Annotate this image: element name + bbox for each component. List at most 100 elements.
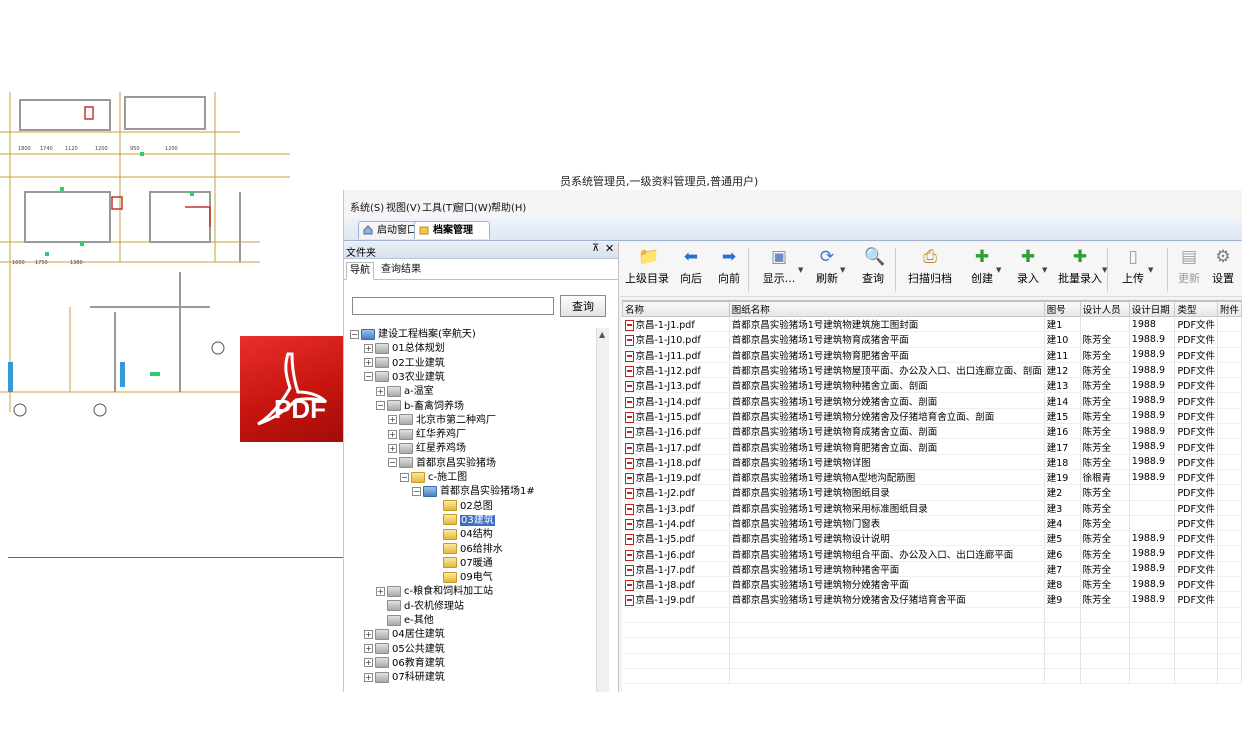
expand-icon[interactable]: + bbox=[376, 586, 385, 596]
tree-node[interactable]: − 建设工程档案(宰航天) bbox=[350, 328, 476, 342]
tree-node[interactable]: 04结构 bbox=[432, 528, 493, 542]
table-row[interactable]: 京昌-1-J4.pdf 首都京昌实验猪场1号建筑物门窗表 建4 陈芳全 PDF文件 bbox=[622, 515, 1242, 532]
tree-node[interactable]: d-农机修理站 bbox=[376, 600, 464, 614]
collapse-icon[interactable]: − bbox=[388, 458, 397, 468]
batch-input-button[interactable]: ✚ 批量录入 ▼ bbox=[1054, 246, 1107, 294]
column-header[interactable]: 图号 bbox=[1043, 301, 1081, 317]
tree-node[interactable]: 09电气 bbox=[432, 571, 493, 585]
back-arrow-button[interactable]: ⬅ 向后 bbox=[674, 246, 708, 294]
close-icon[interactable]: ✕ bbox=[605, 242, 614, 255]
tab-query-results[interactable]: 查询结果 bbox=[378, 262, 424, 278]
column-header[interactable]: 附件 bbox=[1216, 301, 1242, 317]
tree-node[interactable]: 02总图 bbox=[432, 500, 493, 514]
table-row[interactable]: 京昌-1-J17.pdf 首都京昌实验猪场1号建筑物育肥猪舍立面、剖面 建17 陈芳全… bbox=[622, 438, 1242, 455]
table-row[interactable]: 京昌-1-J1.pdf 首都京昌实验猪场1号建筑物建筑施工图封面 建1 1988 PDF… bbox=[622, 316, 1242, 333]
table-row[interactable]: 京昌-1-J10.pdf 首都京昌实验猪场1号建筑物育成猪舍平面 建10 陈芳全 198… bbox=[622, 331, 1242, 348]
tree-node[interactable]: +05公共建筑 bbox=[364, 643, 445, 657]
folder-up-button[interactable]: 📁 上级目录 bbox=[624, 246, 670, 294]
column-header[interactable]: 图纸名称 bbox=[728, 301, 1045, 317]
menu-help[interactable]: 帮助(H) bbox=[491, 199, 526, 214]
tree-node[interactable]: +02工业建筑 bbox=[364, 357, 445, 371]
column-header[interactable]: 设计日期 bbox=[1128, 301, 1176, 317]
upload-button[interactable]: ▯ 上传 ▼ bbox=[1114, 246, 1153, 294]
tree-node[interactable]: 07暖通 bbox=[432, 557, 493, 571]
tree-node[interactable]: +07科研建筑 bbox=[364, 671, 445, 685]
dropdown-arrow-icon[interactable]: ▼ bbox=[1042, 266, 1047, 274]
search-button[interactable]: 🔍 查询 bbox=[856, 246, 890, 294]
column-header[interactable]: 设计人员 bbox=[1079, 301, 1130, 317]
tree-node[interactable]: 06给排水 bbox=[432, 543, 503, 557]
table-row[interactable]: 京昌-1-J9.pdf 首都京昌实验猪场1号建筑物分娩猪舍及仔猪培育舍平面 建9 陈芳… bbox=[622, 591, 1242, 608]
pin-icon[interactable]: ⊼ bbox=[592, 243, 599, 254]
table-row[interactable]: 京昌-1-J18.pdf 首都京昌实验猪场1号建筑物详图 建18 陈芳全 1988.9 P… bbox=[622, 454, 1242, 470]
table-row[interactable]: 京昌-1-J12.pdf 首都京昌实验猪场1号建筑物屋顶平面、办公及入口、出口连廊… bbox=[622, 362, 1242, 379]
tree-node[interactable]: +04居住建筑 bbox=[364, 628, 445, 642]
column-header[interactable]: 类型 bbox=[1174, 301, 1218, 317]
tree-node[interactable]: + 北京市第二种鸡厂 bbox=[388, 414, 496, 428]
collapse-icon[interactable]: − bbox=[400, 472, 409, 482]
expand-icon[interactable]: + bbox=[388, 443, 397, 453]
menu-tools[interactable]: 工具(T) bbox=[422, 199, 456, 214]
table-row[interactable]: 京昌-1-J8.pdf 首都京昌实验猪场1号建筑物分娩猪舍平面 建8 陈芳全 1988.… bbox=[622, 576, 1242, 593]
input-button[interactable]: ✚ 录入 ▼ bbox=[1010, 246, 1047, 294]
search-input[interactable] bbox=[352, 297, 554, 315]
refresh-button[interactable]: ⟳ 刷新 ▼ bbox=[810, 246, 845, 294]
display-button[interactable]: ▣ 显示... ▼ bbox=[756, 246, 804, 294]
expand-icon[interactable]: + bbox=[364, 343, 373, 353]
tree-node[interactable]: − c-施工图 bbox=[400, 471, 467, 485]
expand-icon[interactable]: + bbox=[364, 358, 373, 368]
create-button[interactable]: ✚ 创建 ▼ bbox=[964, 246, 1001, 294]
tree-node[interactable]: e-其他 bbox=[376, 614, 434, 628]
tree-node[interactable]: + 红华养鸡厂 bbox=[388, 428, 466, 442]
table-row[interactable]: 京昌-1-J19.pdf 首都京昌实验猪场1号建筑物A型地沟配筋图 建19 徐根青 19… bbox=[622, 469, 1242, 486]
tree-node[interactable]: − 首都京昌实验猪场1# bbox=[412, 485, 535, 499]
table-row[interactable]: 京昌-1-J6.pdf 首都京昌实验猪场1号建筑物组合平面、办公及入口、出口连廊平… bbox=[622, 545, 1242, 562]
tree-node[interactable]: + c-粮食和饲料加工站 bbox=[376, 585, 493, 599]
expand-icon[interactable]: + bbox=[388, 415, 397, 425]
expand-icon[interactable]: + bbox=[364, 644, 373, 654]
collapse-icon[interactable]: − bbox=[376, 401, 385, 410]
dropdown-arrow-icon[interactable]: ▼ bbox=[1148, 266, 1153, 274]
collapse-icon[interactable]: − bbox=[350, 329, 359, 339]
tab-navigation[interactable]: 导航 bbox=[346, 262, 374, 280]
scan-button[interactable]: ⎙ 扫描归档 bbox=[902, 246, 958, 294]
table-row[interactable]: 京昌-1-J16.pdf 首都京昌实验猪场1号建筑物育成猪舍立面、剖面 建16 陈芳全… bbox=[622, 423, 1242, 440]
table-row[interactable]: 京昌-1-J13.pdf 首都京昌实验猪场1号建筑物种猪舍立面、剖面 建13 陈芳全 1… bbox=[622, 377, 1242, 394]
tree-node[interactable]: +06教育建筑 bbox=[364, 657, 445, 671]
expand-icon[interactable]: + bbox=[388, 429, 397, 439]
table-row[interactable]: 京昌-1-J5.pdf 首都京昌实验猪场1号建筑物设计说明 建5 陈芳全 1988.9 P… bbox=[622, 530, 1242, 547]
tree-node[interactable]: + a-温室 bbox=[376, 385, 434, 399]
search-button[interactable]: 查询 bbox=[560, 295, 606, 317]
update-button[interactable]: ▤ 更新 bbox=[1174, 246, 1204, 294]
dropdown-arrow-icon[interactable]: ▼ bbox=[1102, 266, 1107, 274]
dropdown-arrow-icon[interactable]: ▼ bbox=[798, 266, 803, 274]
tree-node[interactable]: 03建筑 bbox=[432, 514, 495, 528]
tab-archive-management[interactable]: 档案管理 bbox=[414, 221, 490, 239]
column-header[interactable]: 名称 bbox=[622, 301, 730, 317]
forward-arrow-button[interactable]: ➡ 向前 bbox=[712, 246, 746, 294]
tree-node[interactable]: + 红星养鸡场 bbox=[388, 442, 466, 456]
tree-node[interactable]: − 03农业建筑 bbox=[364, 371, 445, 385]
collapse-icon[interactable]: − bbox=[364, 372, 373, 382]
collapse-icon[interactable]: − bbox=[412, 486, 421, 496]
dropdown-arrow-icon[interactable]: ▼ bbox=[996, 266, 1001, 274]
tree-node[interactable]: − 首都京昌实验猪场 bbox=[388, 457, 496, 471]
settings-button[interactable]: ⚙ 设置 bbox=[1208, 246, 1238, 294]
expand-icon[interactable]: + bbox=[376, 386, 385, 396]
tree-node[interactable]: +01总体规划 bbox=[364, 342, 445, 356]
table-row[interactable]: 京昌-1-J11.pdf 首都京昌实验猪场1号建筑物育肥猪舍平面 建11 陈芳全 198… bbox=[622, 347, 1242, 363]
table-row[interactable]: 京昌-1-J14.pdf 首都京昌实验猪场1号建筑物分娩猪舍立面、剖面 建14 陈芳全… bbox=[622, 392, 1242, 409]
scroll-up-icon[interactable]: ▲ bbox=[599, 330, 605, 339]
table-row[interactable]: 京昌-1-J2.pdf 首都京昌实验猪场1号建筑物图纸目录 建2 陈芳全 PDF文件 bbox=[622, 484, 1242, 501]
tree-node[interactable]: − b-畜禽饲养场 bbox=[376, 400, 464, 414]
expand-icon[interactable]: + bbox=[364, 658, 373, 668]
menu-system[interactable]: 系统(S) bbox=[350, 199, 384, 214]
dropdown-arrow-icon[interactable]: ▼ bbox=[840, 266, 845, 274]
table-row[interactable]: 京昌-1-J7.pdf 首都京昌实验猪场1号建筑物种猪舍平面 建7 陈芳全 1988.9… bbox=[622, 561, 1242, 578]
tree-scrollbar[interactable]: ▲ bbox=[596, 328, 609, 692]
table-row[interactable]: 京昌-1-J3.pdf 首都京昌实验猪场1号建筑物采用标准图纸目录 建3 陈芳全 PDF… bbox=[622, 500, 1242, 516]
table-row[interactable]: 京昌-1-J15.pdf 首都京昌实验猪场1号建筑物分娩猪舍及仔猪培育舍立面、剖面… bbox=[622, 408, 1242, 425]
menu-window[interactable]: 窗口(W) bbox=[454, 199, 492, 214]
expand-icon[interactable]: + bbox=[364, 629, 373, 639]
menu-view[interactable]: 视图(V) bbox=[386, 199, 421, 214]
